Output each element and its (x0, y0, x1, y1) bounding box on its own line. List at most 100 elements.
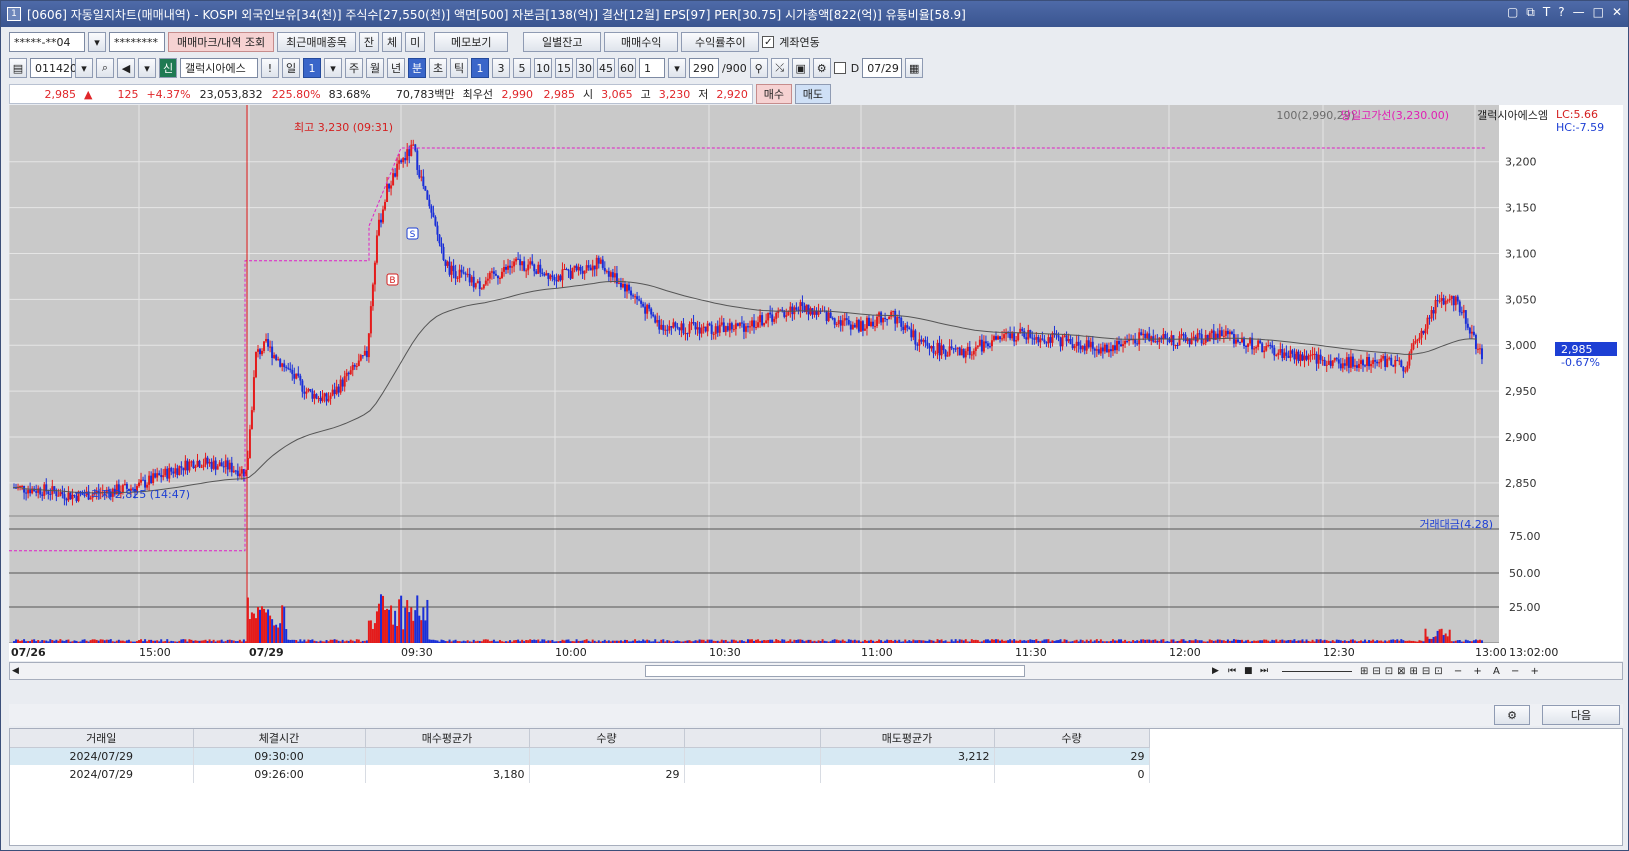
scroll-right-icon[interactable]: ▶ (1212, 666, 1219, 676)
return-trend-button[interactable]: 수익률추이 (681, 32, 760, 52)
font-icon[interactable]: T (1543, 5, 1550, 20)
next-button[interactable]: 다음 (1542, 705, 1620, 725)
col-trade-date[interactable]: 거래일 (10, 729, 194, 748)
candle-body (642, 303, 645, 307)
volume-bar (1184, 640, 1187, 643)
warning-button[interactable]: ! (261, 58, 279, 78)
scroll-thumb[interactable] (645, 665, 1025, 677)
buy-mark[interactable]: B (386, 273, 399, 286)
period-count-select[interactable]: 1 (303, 58, 321, 78)
code-dropdown-icon[interactable]: ▾ (75, 58, 93, 78)
interval-count-input[interactable]: 1 (639, 58, 665, 78)
indicator-icon[interactable]: ⚲ (749, 58, 768, 78)
account-select[interactable]: *****-**04 (9, 32, 85, 52)
period-week-button[interactable]: 주 (345, 58, 363, 78)
candle-body (319, 397, 322, 402)
speaker-dropdown-icon[interactable]: ▾ (138, 58, 156, 78)
col-sell-avg[interactable]: 매도평균가 (820, 729, 995, 748)
rewind-icon[interactable]: ⏮ (1228, 666, 1236, 676)
col-exec-time[interactable]: 체결시간 (193, 729, 366, 748)
candlestick-chart[interactable]: 100(2,990,29) 당일고가선(3,230.00) 갤럭시아에스엠 LC… (8, 105, 1623, 661)
volume-bar (1337, 639, 1340, 643)
minute-60-button[interactable]: 60 (618, 58, 636, 78)
stock-code-input[interactable]: 011420 (30, 58, 77, 78)
minute-3-button[interactable]: 3 (492, 58, 510, 78)
period-year-button[interactable]: 년 (387, 58, 405, 78)
unfilled-button[interactable]: 미 (405, 32, 426, 52)
date-input[interactable]: 07/29 (862, 58, 903, 78)
gear-icon[interactable]: ⚙ (812, 58, 831, 78)
window-icon[interactable]: 1 (7, 7, 21, 21)
forward-icon[interactable]: ⏭ (1260, 666, 1268, 676)
layout-icon[interactable]: ▤ (9, 58, 27, 78)
account-link-checkbox[interactable]: ✓ (762, 36, 775, 48)
scroll-left-icon[interactable]: ◀ (12, 666, 19, 676)
volume-bar (1144, 639, 1147, 643)
copy-window-icon[interactable]: ⧉ (1526, 5, 1535, 20)
candle-body (676, 326, 679, 328)
period-minute-button[interactable]: 분 (408, 58, 426, 78)
interval-dropdown-icon[interactable]: ▾ (668, 58, 686, 78)
col-sell-qty[interactable]: 수량 (994, 729, 1150, 748)
chart-scrollbar[interactable]: ◀ ▶ ⏮ ■ ⏭ ⊞⊟⊡⊠⊞⊟⊡ − + A − + (9, 662, 1623, 680)
stop-icon[interactable]: ■ (1244, 666, 1253, 676)
table-row[interactable]: 2024/07/29 09:26:00 3,180 29 0 (10, 765, 1150, 783)
period-month-button[interactable]: 월 (366, 58, 384, 78)
save-icon[interactable]: ▣ (791, 58, 810, 78)
trade-marks-button[interactable]: 매매마크/내역 조회 (168, 32, 275, 52)
daily-balance-button[interactable]: 일별잔고 (523, 32, 602, 52)
candle-body (1154, 341, 1157, 343)
period-dropdown-icon[interactable]: ▾ (324, 58, 342, 78)
volume-bar (1418, 640, 1421, 643)
sell-button[interactable]: 매도 (794, 84, 831, 104)
buy-button[interactable]: 매수 (755, 84, 792, 104)
candle-body (581, 270, 584, 274)
volume-bar (1182, 639, 1185, 643)
pin-icon[interactable]: ▢ (1507, 5, 1518, 20)
minute-1-button[interactable]: 1 (471, 58, 489, 78)
col-blank[interactable] (684, 729, 821, 748)
volume-bar (682, 641, 685, 643)
minute-10-button[interactable]: 10 (534, 58, 552, 78)
maximize-icon[interactable]: □ (1593, 5, 1604, 20)
sell-mark[interactable]: S (406, 227, 419, 240)
period-second-button[interactable]: 초 (429, 58, 447, 78)
search-icon[interactable]: ⌕ (96, 58, 114, 78)
memo-button[interactable]: 메모보기 (434, 32, 509, 52)
draw-tool-icon[interactable]: ⤯ (770, 58, 789, 78)
close-icon[interactable]: ✕ (1612, 5, 1622, 20)
trade-profit-button[interactable]: 매매수익 (604, 32, 679, 52)
minimize-icon[interactable]: — (1573, 5, 1585, 20)
col-buy-qty[interactable]: 수량 (529, 729, 685, 748)
volume-bar (53, 640, 56, 643)
table-row[interactable]: 2024/07/29 09:30:00 3,212 29 (10, 747, 1150, 765)
recent-trades-button[interactable]: 최근매매종목 (277, 32, 356, 52)
executed-button[interactable]: 체 (382, 32, 403, 52)
zoom-tools-icon[interactable]: ⊞⊟⊡⊠⊞⊟⊡ − + A − + (1360, 666, 1543, 677)
calendar-icon[interactable]: ▦ (905, 58, 924, 78)
period-tick-button[interactable]: 틱 (450, 58, 468, 78)
candle-body (746, 326, 749, 328)
speaker-icon[interactable]: ◀ (117, 58, 135, 78)
volume-bar (1214, 640, 1217, 643)
minute-5-button[interactable]: 5 (513, 58, 531, 78)
balance-button[interactable]: 잔 (358, 32, 380, 52)
chart-area[interactable]: 100(2,990,29) 당일고가선(3,230.00) 갤럭시아에스엠 LC… (8, 105, 1623, 661)
minute-15-button[interactable]: 15 (555, 58, 573, 78)
volume-tick-label: 75.00 (1509, 530, 1541, 543)
minute-45-button[interactable]: 45 (597, 58, 615, 78)
candle-body (509, 265, 512, 268)
col-buy-avg[interactable]: 매수평균가 (365, 729, 530, 748)
account-dropdown-icon[interactable]: ▾ (88, 32, 106, 52)
candle-body (1269, 344, 1272, 346)
candle-body (287, 367, 290, 369)
d-checkbox[interactable] (833, 62, 846, 74)
help-icon[interactable]: ? (1558, 5, 1564, 20)
password-field[interactable]: ******** (109, 32, 165, 52)
table-settings-button[interactable]: ⚙ (1494, 705, 1530, 725)
minute-30-button[interactable]: 30 (576, 58, 594, 78)
bar-count-input[interactable]: 290 (689, 58, 719, 78)
period-day-button[interactable]: 일 (282, 58, 300, 78)
volume-bar (414, 610, 417, 643)
zoom-slider[interactable] (1282, 671, 1352, 672)
